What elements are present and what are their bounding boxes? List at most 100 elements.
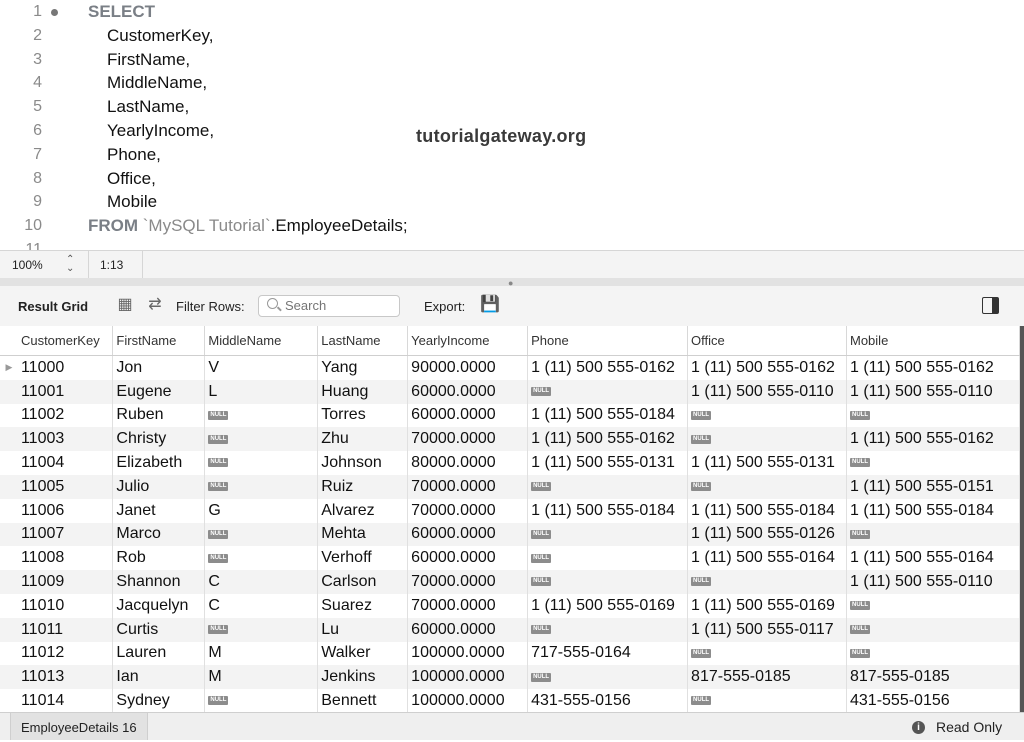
table-cell[interactable]: Suarez [317, 593, 409, 618]
table-cell[interactable]: NULL [846, 641, 1020, 666]
table-cell[interactable]: 60000.0000 [407, 522, 529, 547]
table-cell[interactable]: 1 (11) 500 555-0131 [527, 451, 689, 475]
table-row[interactable]: 11002 Ruben NULL Torres 60000.0000 1 (11) 500… [0, 403, 1020, 428]
table-cell[interactable]: Carlson [317, 570, 409, 594]
export-icon[interactable]: 💾 [480, 296, 500, 314]
table-cell[interactable]: NULL [204, 403, 319, 428]
table-cell[interactable]: 1 (11) 500 555-0184 [687, 498, 847, 523]
table-cell[interactable]: NULL [204, 522, 319, 547]
table-cell[interactable]: 70000.0000 [407, 427, 529, 452]
table-cell[interactable]: Ian [112, 665, 206, 690]
table-cell[interactable]: NULL [527, 379, 689, 404]
search-input[interactable] [285, 297, 393, 314]
table-row[interactable]: 11014 Sydney NULL Bennett 100000.0000 431-555… [0, 689, 1020, 712]
table-cell[interactable]: 11012 [17, 641, 114, 666]
table-cell[interactable]: Sydney [112, 689, 206, 712]
table-cell[interactable]: 817-555-0185 [846, 665, 1020, 690]
table-cell[interactable]: 431-555-0156 [846, 689, 1020, 712]
table-cell[interactable]: Bennett [317, 689, 409, 712]
table-cell[interactable]: 60000.0000 [407, 403, 529, 428]
table-cell[interactable]: NULL [527, 617, 689, 642]
table-cell[interactable]: Janet [112, 498, 206, 523]
table-cell[interactable]: NULL [846, 403, 1020, 428]
table-cell[interactable]: 1 (11) 500 555-0162 [527, 427, 689, 452]
table-cell[interactable]: Zhu [317, 427, 409, 452]
table-cell[interactable]: Johnson [317, 451, 409, 475]
table-cell[interactable]: 60000.0000 [407, 379, 529, 404]
column-header[interactable]: MiddleName [204, 326, 319, 356]
table-cell[interactable]: Verhoff [317, 546, 409, 571]
table-cell[interactable]: Julio [112, 474, 206, 499]
table-cell[interactable]: NULL [687, 641, 847, 666]
table-cell[interactable]: Elizabeth [112, 451, 206, 475]
table-cell[interactable]: NULL [204, 451, 319, 475]
refresh-icon[interactable]: ⇄ [146, 296, 164, 314]
table-cell[interactable]: Lu [317, 617, 409, 642]
table-cell[interactable]: L [204, 379, 319, 404]
table-cell[interactable]: 1 (11) 500 555-0131 [687, 451, 847, 475]
table-cell[interactable]: NULL [204, 474, 319, 499]
table-cell[interactable]: 1 (11) 500 555-0162 [846, 355, 1020, 380]
table-cell[interactable]: NULL [687, 689, 847, 712]
table-cell[interactable]: 90000.0000 [407, 355, 529, 380]
column-header[interactable]: Phone [527, 326, 689, 356]
column-header[interactable]: Mobile [846, 326, 1020, 356]
table-cell[interactable]: NULL [846, 593, 1020, 618]
table-cell[interactable]: NULL [687, 403, 847, 428]
table-row[interactable]: ▶ 11000 Jon V Yang 90000.0000 1 (11) 500 555-0… [0, 355, 1020, 380]
table-cell[interactable]: 1 (11) 500 555-0169 [687, 593, 847, 618]
table-cell[interactable]: 100000.0000 [407, 665, 529, 690]
pane-splitter[interactable]: ● [0, 278, 1024, 288]
vertical-scrollbar[interactable] [1020, 326, 1024, 712]
table-cell[interactable]: 1 (11) 500 555-0162 [687, 355, 847, 380]
table-cell[interactable]: 60000.0000 [407, 546, 529, 571]
table-cell[interactable]: 1 (11) 500 555-0184 [846, 498, 1020, 523]
table-cell[interactable]: 1 (11) 500 555-0184 [527, 403, 689, 428]
table-cell[interactable]: 11006 [17, 498, 114, 523]
table-cell[interactable]: 1 (11) 500 555-0151 [846, 474, 1020, 499]
result-grid[interactable]: CustomerKey FirstName MiddleName LastName Ye… [0, 326, 1020, 712]
table-cell[interactable]: 11005 [17, 474, 114, 499]
table-row[interactable]: 11003 Christy NULL Zhu 70000.0000 1 (11) 500 … [0, 427, 1020, 452]
table-cell[interactable]: Walker [317, 641, 409, 666]
table-cell[interactable]: 11014 [17, 689, 114, 712]
table-cell[interactable]: 431-555-0156 [527, 689, 689, 712]
table-row[interactable]: 11009 Shannon C Carlson 70000.0000 NULL NULL 1 … [0, 570, 1020, 594]
table-row[interactable]: 11005 Julio NULL Ruiz 70000.0000 NULL NULL 1 (1… [0, 474, 1020, 499]
table-cell[interactable]: 1 (11) 500 555-0117 [687, 617, 847, 642]
search-field[interactable] [258, 295, 400, 317]
table-cell[interactable]: 80000.0000 [407, 451, 529, 475]
table-cell[interactable]: 70000.0000 [407, 593, 529, 618]
column-header[interactable]: YearlyIncome [407, 326, 529, 356]
table-cell[interactable]: V [204, 355, 319, 380]
table-row[interactable]: 11013 Ian M Jenkins 100000.0000 NULL 817-555-0… [0, 665, 1020, 690]
table-row[interactable]: 11007 Marco NULL Mehta 60000.0000 NULL 1 (11) … [0, 522, 1020, 547]
table-cell[interactable]: NULL [527, 546, 689, 571]
table-cell[interactable]: 11009 [17, 570, 114, 594]
table-cell[interactable]: C [204, 570, 319, 594]
table-cell[interactable]: 717-555-0164 [527, 641, 689, 666]
table-cell[interactable]: 1 (11) 500 555-0110 [846, 570, 1020, 594]
table-cell[interactable]: Yang [317, 355, 409, 380]
table-cell[interactable]: 11011 [17, 617, 114, 642]
table-cell[interactable]: NULL [687, 474, 847, 499]
table-row[interactable]: 11008 Rob NULL Verhoff 60000.0000 NULL 1 (11) … [0, 546, 1020, 571]
table-row[interactable]: 11012 Lauren M Walker 100000.0000 717-555-016… [0, 641, 1020, 666]
table-cell[interactable]: 11004 [17, 451, 114, 475]
table-cell[interactable]: Jenkins [317, 665, 409, 690]
table-cell[interactable]: Alvarez [317, 498, 409, 523]
toggle-side-panel-icon[interactable] [982, 297, 999, 314]
table-cell[interactable]: M [204, 641, 319, 666]
table-row[interactable]: 11011 Curtis NULL Lu 60000.0000 NULL 1 (11) 50… [0, 617, 1020, 642]
table-cell[interactable]: Mehta [317, 522, 409, 547]
table-cell[interactable]: 60000.0000 [407, 617, 529, 642]
table-cell[interactable]: NULL [204, 617, 319, 642]
table-cell[interactable]: C [204, 593, 319, 618]
column-header[interactable]: FirstName [112, 326, 206, 356]
table-row[interactable]: 11001 Eugene L Huang 60000.0000 NULL 1 (11) 50… [0, 379, 1020, 404]
sql-editor[interactable]: 1 SELECT 2 CustomerKey, 3 FirstName, 4 MiddleNa… [0, 0, 1024, 250]
table-cell[interactable]: 1 (11) 500 555-0164 [687, 546, 847, 571]
table-cell[interactable]: Jacquelyn [112, 593, 206, 618]
table-cell[interactable]: NULL [527, 570, 689, 594]
table-cell[interactable]: NULL [204, 546, 319, 571]
